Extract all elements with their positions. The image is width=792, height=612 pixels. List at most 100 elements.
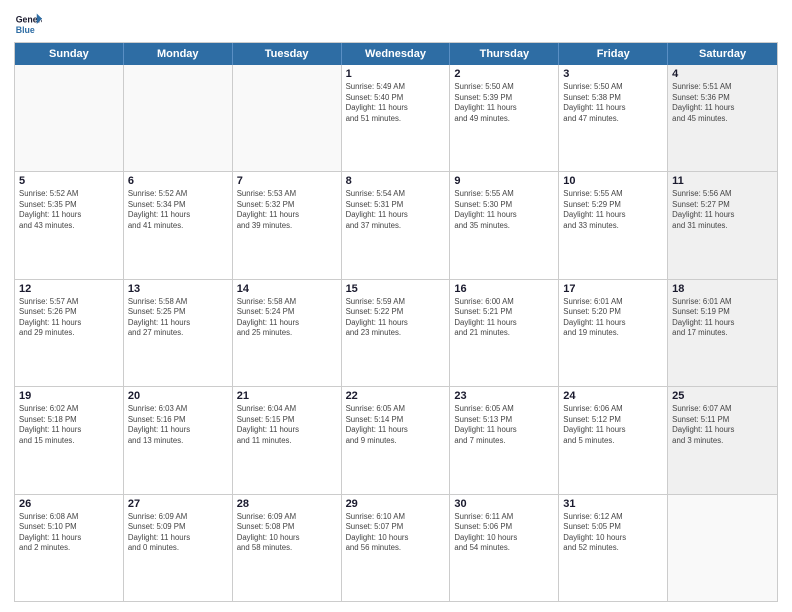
day-number: 20 xyxy=(128,390,228,402)
day-number: 27 xyxy=(128,498,228,510)
cal-cell-4-2: 20 Sunrise: 6:03 AM Sunset: 5:16 PM Dayli… xyxy=(124,387,233,493)
day-number: 28 xyxy=(237,498,337,510)
calendar-body: 1Sunrise: 5:49 AM Sunset: 5:40 PM Daylig… xyxy=(15,65,777,601)
day-number: 13 xyxy=(128,283,228,295)
cal-cell-3-1: 12 Sunrise: 5:57 AM Sunset: 5:26 PM Dayli… xyxy=(15,280,124,386)
cal-header-friday: Friday xyxy=(559,43,668,65)
cal-cell-3-6: 17 Sunrise: 6:01 AM Sunset: 5:20 PM Dayli… xyxy=(559,280,668,386)
day-info: Sunrise: 6:09 AM Sunset: 5:08 PM Dayligh… xyxy=(237,512,337,554)
cal-cell-2-6: 10 Sunrise: 5:55 AM Sunset: 5:29 PM Dayli… xyxy=(559,172,668,278)
day-info: Sunrise: 6:06 AM Sunset: 5:12 PM Dayligh… xyxy=(563,404,663,446)
day-info: Sunrise: 5:50 AM Sunset: 5:39 PM Dayligh… xyxy=(454,82,554,124)
cal-cell-5-4: 29 Sunrise: 6:10 AM Sunset: 5:07 PM Dayli… xyxy=(342,495,451,601)
day-info: Sunrise: 6:11 AM Sunset: 5:06 PM Dayligh… xyxy=(454,512,554,554)
day-number: 8 xyxy=(346,175,446,187)
day-info: Sunrise: 6:01 AM Sunset: 5:20 PM Dayligh… xyxy=(563,297,663,339)
day-info: Sunrise: 6:08 AM Sunset: 5:10 PM Dayligh… xyxy=(19,512,119,554)
day-info: Sunrise: 5:54 AM Sunset: 5:31 PM Dayligh… xyxy=(346,189,446,231)
day-info: Sunrise: 5:57 AM Sunset: 5:26 PM Dayligh… xyxy=(19,297,119,339)
day-info: Sunrise: 5:52 AM Sunset: 5:34 PM Dayligh… xyxy=(128,189,228,231)
day-info: Sunrise: 6:09 AM Sunset: 5:09 PM Dayligh… xyxy=(128,512,228,554)
day-info: Sunrise: 5:55 AM Sunset: 5:30 PM Dayligh… xyxy=(454,189,554,231)
cal-cell-3-2: 13 Sunrise: 5:58 AM Sunset: 5:25 PM Dayli… xyxy=(124,280,233,386)
day-info: Sunrise: 6:02 AM Sunset: 5:18 PM Dayligh… xyxy=(19,404,119,446)
logo: General Blue xyxy=(14,10,42,38)
cal-cell-5-6: 31 Sunrise: 6:12 AM Sunset: 5:05 PM Dayli… xyxy=(559,495,668,601)
day-number: 7 xyxy=(237,175,337,187)
cal-cell-5-1: 26 Sunrise: 6:08 AM Sunset: 5:10 PM Dayli… xyxy=(15,495,124,601)
day-number: 19 xyxy=(19,390,119,402)
day-number: 2 xyxy=(454,68,554,80)
day-number: 9 xyxy=(454,175,554,187)
day-number: 23 xyxy=(454,390,554,402)
day-number: 30 xyxy=(454,498,554,510)
cal-header-saturday: Saturday xyxy=(668,43,777,65)
day-number: 31 xyxy=(563,498,663,510)
cal-week-4: 19 Sunrise: 6:02 AM Sunset: 5:18 PM Dayli… xyxy=(15,386,777,493)
cal-cell-4-5: 23 Sunrise: 6:05 AM Sunset: 5:13 PM Dayli… xyxy=(450,387,559,493)
cal-cell-5-3: 28 Sunrise: 6:09 AM Sunset: 5:08 PM Dayli… xyxy=(233,495,342,601)
cal-cell-5-5: 30 Sunrise: 6:11 AM Sunset: 5:06 PM Dayli… xyxy=(450,495,559,601)
day-number: 10 xyxy=(563,175,663,187)
day-number: 25 xyxy=(672,390,773,402)
cal-header-sunday: Sunday xyxy=(15,43,124,65)
day-info: Sunrise: 6:01 AM Sunset: 5:19 PM Dayligh… xyxy=(672,297,773,339)
cal-cell-3-4: 15 Sunrise: 5:59 AM Sunset: 5:22 PM Dayli… xyxy=(342,280,451,386)
cal-cell-1-4: 1Sunrise: 5:49 AM Sunset: 5:40 PM Daylig… xyxy=(342,65,451,171)
day-number: 3 xyxy=(563,68,663,80)
cal-cell-4-3: 21 Sunrise: 6:04 AM Sunset: 5:15 PM Dayli… xyxy=(233,387,342,493)
cal-cell-5-7 xyxy=(668,495,777,601)
cal-week-5: 26 Sunrise: 6:08 AM Sunset: 5:10 PM Dayli… xyxy=(15,494,777,601)
day-info: Sunrise: 5:52 AM Sunset: 5:35 PM Dayligh… xyxy=(19,189,119,231)
cal-cell-2-4: 8 Sunrise: 5:54 AM Sunset: 5:31 PM Daylig… xyxy=(342,172,451,278)
day-info: Sunrise: 6:05 AM Sunset: 5:14 PM Dayligh… xyxy=(346,404,446,446)
day-info: Sunrise: 5:51 AM Sunset: 5:36 PM Dayligh… xyxy=(672,82,773,124)
page: General Blue SundayMondayTuesdayWednesda… xyxy=(0,0,792,612)
cal-week-3: 12 Sunrise: 5:57 AM Sunset: 5:26 PM Dayli… xyxy=(15,279,777,386)
day-info: Sunrise: 5:59 AM Sunset: 5:22 PM Dayligh… xyxy=(346,297,446,339)
calendar-header: SundayMondayTuesdayWednesdayThursdayFrid… xyxy=(15,43,777,65)
day-info: Sunrise: 6:04 AM Sunset: 5:15 PM Dayligh… xyxy=(237,404,337,446)
day-number: 11 xyxy=(672,175,773,187)
cal-week-1: 1Sunrise: 5:49 AM Sunset: 5:40 PM Daylig… xyxy=(15,65,777,171)
cal-cell-2-7: 11 Sunrise: 5:56 AM Sunset: 5:27 PM Dayli… xyxy=(668,172,777,278)
day-info: Sunrise: 6:07 AM Sunset: 5:11 PM Dayligh… xyxy=(672,404,773,446)
cal-cell-4-6: 24 Sunrise: 6:06 AM Sunset: 5:12 PM Dayli… xyxy=(559,387,668,493)
day-info: Sunrise: 5:55 AM Sunset: 5:29 PM Dayligh… xyxy=(563,189,663,231)
cal-cell-2-2: 6 Sunrise: 5:52 AM Sunset: 5:34 PM Daylig… xyxy=(124,172,233,278)
day-number: 16 xyxy=(454,283,554,295)
day-info: Sunrise: 6:10 AM Sunset: 5:07 PM Dayligh… xyxy=(346,512,446,554)
cal-cell-1-1 xyxy=(15,65,124,171)
day-info: Sunrise: 5:58 AM Sunset: 5:25 PM Dayligh… xyxy=(128,297,228,339)
cal-header-monday: Monday xyxy=(124,43,233,65)
day-info: Sunrise: 6:03 AM Sunset: 5:16 PM Dayligh… xyxy=(128,404,228,446)
day-number: 15 xyxy=(346,283,446,295)
cal-header-thursday: Thursday xyxy=(450,43,559,65)
day-number: 17 xyxy=(563,283,663,295)
day-number: 29 xyxy=(346,498,446,510)
day-number: 6 xyxy=(128,175,228,187)
day-number: 26 xyxy=(19,498,119,510)
day-number: 24 xyxy=(563,390,663,402)
cal-cell-3-5: 16 Sunrise: 6:00 AM Sunset: 5:21 PM Dayli… xyxy=(450,280,559,386)
cal-cell-4-4: 22Sunrise: 6:05 AM Sunset: 5:14 PM Dayli… xyxy=(342,387,451,493)
day-info: Sunrise: 6:05 AM Sunset: 5:13 PM Dayligh… xyxy=(454,404,554,446)
day-number: 21 xyxy=(237,390,337,402)
day-info: Sunrise: 5:49 AM Sunset: 5:40 PM Dayligh… xyxy=(346,82,446,124)
cal-cell-1-2 xyxy=(124,65,233,171)
cal-cell-3-3: 14 Sunrise: 5:58 AM Sunset: 5:24 PM Dayli… xyxy=(233,280,342,386)
day-info: Sunrise: 5:50 AM Sunset: 5:38 PM Dayligh… xyxy=(563,82,663,124)
day-number: 12 xyxy=(19,283,119,295)
day-number: 5 xyxy=(19,175,119,187)
cal-cell-2-5: 9 Sunrise: 5:55 AM Sunset: 5:30 PM Daylig… xyxy=(450,172,559,278)
day-info: Sunrise: 6:00 AM Sunset: 5:21 PM Dayligh… xyxy=(454,297,554,339)
cal-cell-3-7: 18Sunrise: 6:01 AM Sunset: 5:19 PM Dayli… xyxy=(668,280,777,386)
day-info: Sunrise: 5:56 AM Sunset: 5:27 PM Dayligh… xyxy=(672,189,773,231)
svg-text:Blue: Blue xyxy=(16,25,35,35)
cal-cell-2-3: 7Sunrise: 5:53 AM Sunset: 5:32 PM Daylig… xyxy=(233,172,342,278)
logo-icon: General Blue xyxy=(14,10,42,38)
day-info: Sunrise: 6:12 AM Sunset: 5:05 PM Dayligh… xyxy=(563,512,663,554)
day-info: Sunrise: 5:58 AM Sunset: 5:24 PM Dayligh… xyxy=(237,297,337,339)
day-number: 14 xyxy=(237,283,337,295)
cal-cell-4-7: 25 Sunrise: 6:07 AM Sunset: 5:11 PM Dayli… xyxy=(668,387,777,493)
